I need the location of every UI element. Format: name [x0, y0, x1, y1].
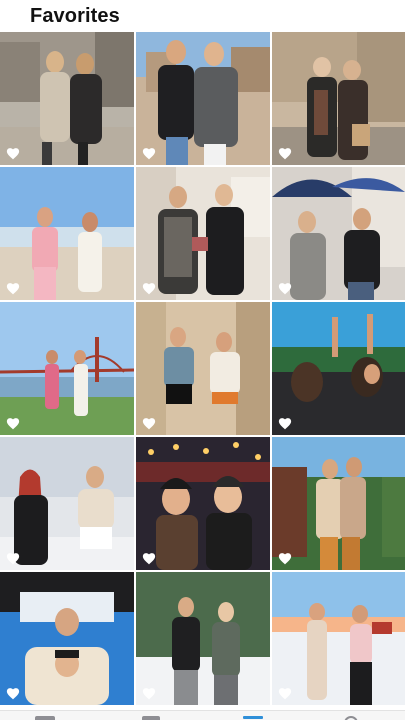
photos-app: Favorites [0, 0, 405, 720]
photo-thumbnail[interactable] [272, 437, 405, 570]
street-photo-image [0, 32, 134, 165]
heart-icon[interactable] [6, 147, 20, 160]
heart-icon[interactable] [6, 282, 20, 295]
page-title: Favorites [30, 5, 120, 27]
heart-icon[interactable] [278, 282, 292, 295]
photo-thumbnail[interactable] [272, 167, 405, 300]
tab-bar [0, 710, 405, 720]
heart-icon[interactable] [6, 417, 20, 430]
search-icon[interactable] [340, 715, 362, 720]
albums-icon[interactable] [242, 715, 264, 720]
overhead-friends-image [0, 572, 134, 705]
sunset-snow-image [272, 572, 405, 705]
heart-icon[interactable] [142, 687, 156, 700]
heart-icon[interactable] [278, 147, 292, 160]
photo-thumbnail[interactable] [272, 572, 405, 705]
heart-icon[interactable] [142, 282, 156, 295]
photo-thumbnail[interactable] [0, 302, 134, 435]
for-you-icon[interactable] [140, 715, 162, 720]
heart-icon[interactable] [6, 552, 20, 565]
photo-thumbnail[interactable] [136, 302, 270, 435]
indoor-friends-image [136, 167, 270, 300]
bridge-friends-image [0, 302, 134, 435]
forest-hug-image [272, 437, 405, 570]
photo-grid [0, 32, 405, 705]
heart-icon[interactable] [6, 687, 20, 700]
photo-thumbnail[interactable] [0, 437, 134, 570]
header: Favorites [0, 0, 405, 32]
heart-icon[interactable] [278, 417, 292, 430]
photo-thumbnail[interactable] [0, 32, 134, 165]
snow-friends-image [0, 437, 134, 570]
heart-icon[interactable] [278, 687, 292, 700]
library-icon[interactable] [34, 715, 56, 720]
beach-friends-image [0, 167, 134, 300]
photo-thumbnail[interactable] [0, 572, 134, 705]
car-friends-image [272, 302, 405, 435]
snowy-forest-image [136, 572, 270, 705]
dancing-friends-image [136, 302, 270, 435]
photo-thumbnail[interactable] [272, 302, 405, 435]
heart-icon[interactable] [278, 552, 292, 565]
photo-thumbnail[interactable] [136, 167, 270, 300]
photo-thumbnail[interactable] [272, 32, 405, 165]
photo-thumbnail[interactable] [0, 167, 134, 300]
heart-icon[interactable] [142, 417, 156, 430]
photo-thumbnail[interactable] [136, 572, 270, 705]
palace-friends-image [272, 32, 405, 165]
umbrella-friends-image [272, 167, 405, 300]
heart-icon[interactable] [142, 147, 156, 160]
photo-thumbnail[interactable] [136, 437, 270, 570]
photo-thumbnail[interactable] [136, 32, 270, 165]
city-friends-image [136, 32, 270, 165]
heart-icon[interactable] [142, 552, 156, 565]
christmas-market-image [136, 437, 270, 570]
